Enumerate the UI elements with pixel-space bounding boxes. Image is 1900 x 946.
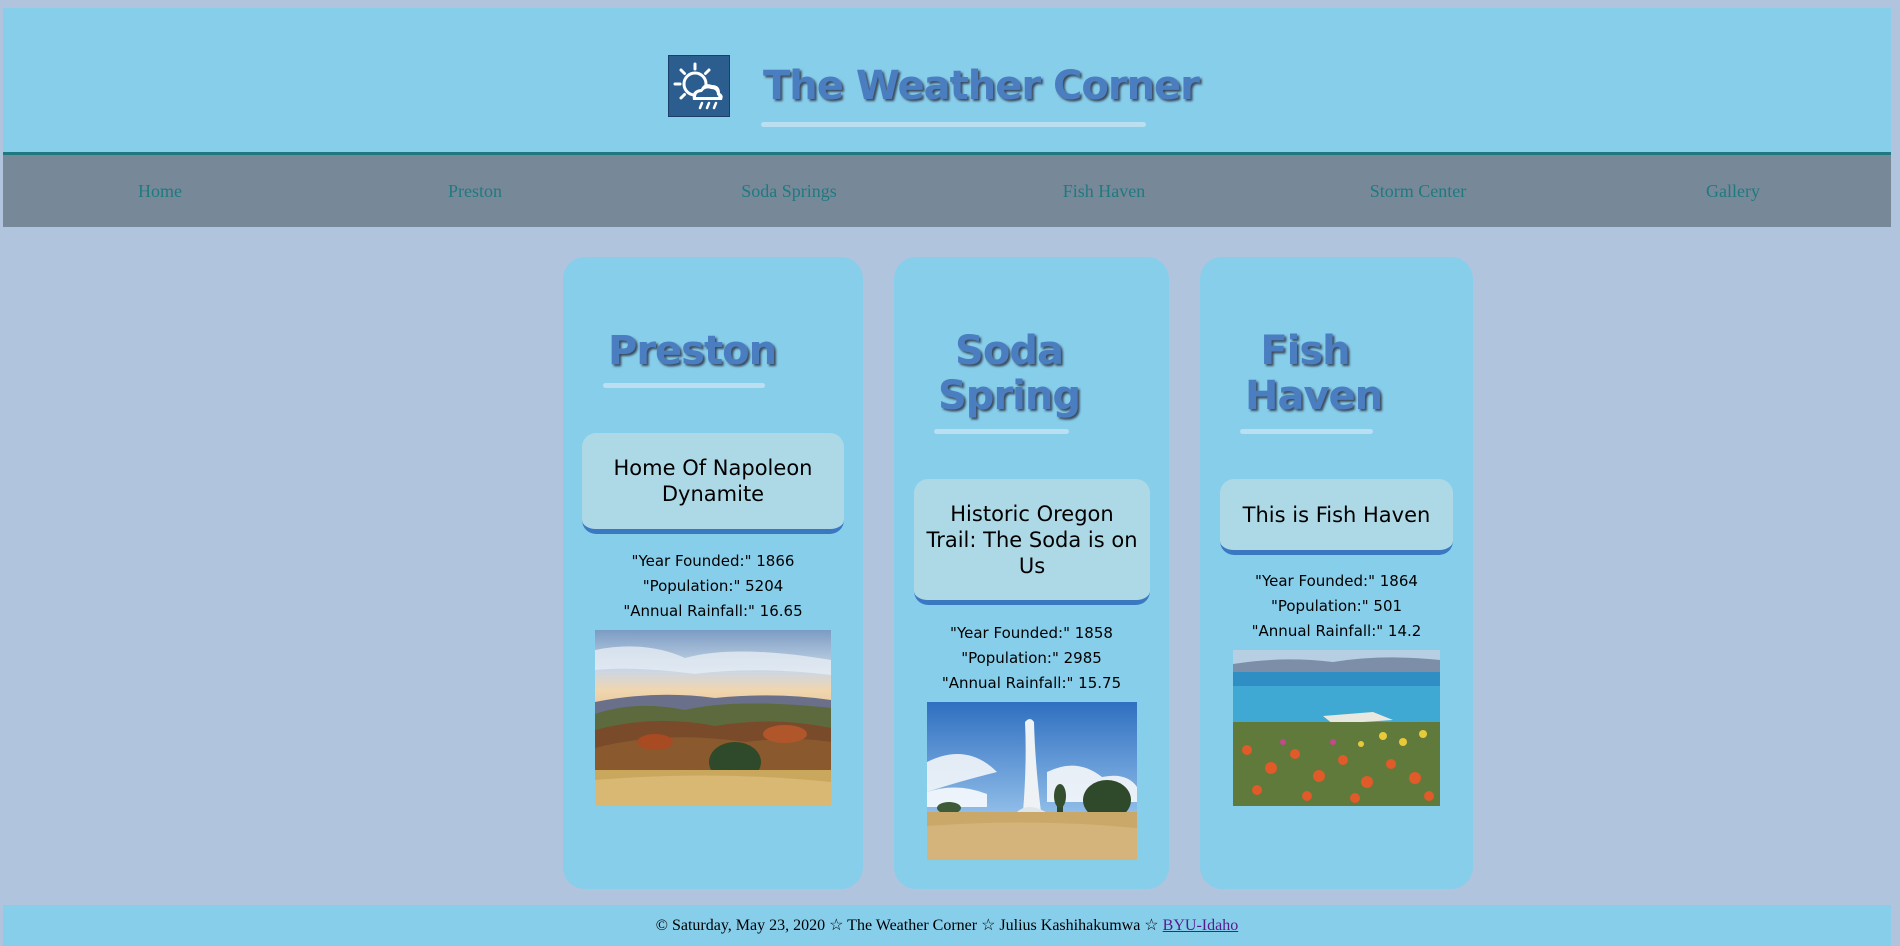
town-facts: "Year Founded:" 1858 "Population:" 2985 … [894, 621, 1169, 696]
population: "Population:" 5204 [642, 577, 784, 595]
population: "Population:" 2985 [961, 649, 1102, 667]
site-header: The Weather Corner [3, 8, 1891, 155]
page: The Weather Corner Home Preston Soda Spr… [0, 0, 1900, 946]
town-name: Fish Haven [1245, 328, 1383, 419]
title-underline [761, 122, 1146, 127]
town-card-soda-spring: Soda Spring Historic Oregon Trail: The S… [894, 257, 1169, 889]
site-footer: © Saturday, May 23, 2020 ☆ The Weather C… [3, 905, 1891, 946]
nav-item-soda-springs[interactable]: Soda Springs [741, 181, 837, 202]
main-nav: Home Preston Soda Springs Fish Haven Sto… [3, 155, 1891, 227]
nav-item-home[interactable]: Home [138, 181, 182, 202]
annual-rainfall: "Annual Rainfall:" 14.2 [1251, 622, 1422, 640]
town-facts: "Year Founded:" 1866 "Population:" 5204 … [563, 549, 863, 624]
lake-wildflowers-photo [1233, 650, 1440, 806]
annual-rainfall: "Annual Rainfall:" 16.65 [623, 602, 803, 620]
town-card-preston: Preston Home Of Napoleon Dynamite "Year … [563, 257, 863, 889]
geyser-photo [927, 702, 1137, 860]
nav-item-fish-haven[interactable]: Fish Haven [1063, 181, 1146, 202]
nav-item-storm-center[interactable]: Storm Center [1370, 181, 1467, 202]
town-motto: Historic Oregon Trail: The Soda is on Us [914, 479, 1150, 605]
name-underline [1240, 429, 1373, 434]
year-founded: "Year Founded:" 1864 [1255, 572, 1418, 590]
footer-link-byu-idaho[interactable]: BYU-Idaho [1163, 917, 1239, 934]
nav-item-preston[interactable]: Preston [448, 181, 502, 202]
name-underline [603, 383, 765, 388]
town-motto: This is Fish Haven [1220, 479, 1453, 555]
town-name: Preston [608, 328, 777, 374]
population: "Population:" 501 [1270, 597, 1403, 615]
nav-item-gallery[interactable]: Gallery [1706, 181, 1760, 202]
annual-rainfall: "Annual Rainfall:" 15.75 [941, 674, 1122, 692]
town-card-fish-haven: Fish Haven This is Fish Haven "Year Foun… [1200, 257, 1473, 889]
year-founded: "Year Founded:" 1858 [950, 624, 1113, 642]
town-name: Soda Spring [938, 328, 1081, 419]
town-facts: "Year Founded:" 1864 "Population:" 501 "… [1200, 569, 1473, 644]
year-founded: "Year Founded:" 1866 [631, 552, 795, 570]
site-title: The Weather Corner [763, 63, 1200, 109]
town-motto: Home Of Napoleon Dynamite [582, 433, 844, 534]
weather-sun-cloud-icon [668, 55, 730, 117]
footer-text: © Saturday, May 23, 2020 ☆ The Weather C… [655, 917, 1159, 934]
autumn-hills-photo [595, 630, 831, 806]
name-underline [934, 429, 1069, 434]
